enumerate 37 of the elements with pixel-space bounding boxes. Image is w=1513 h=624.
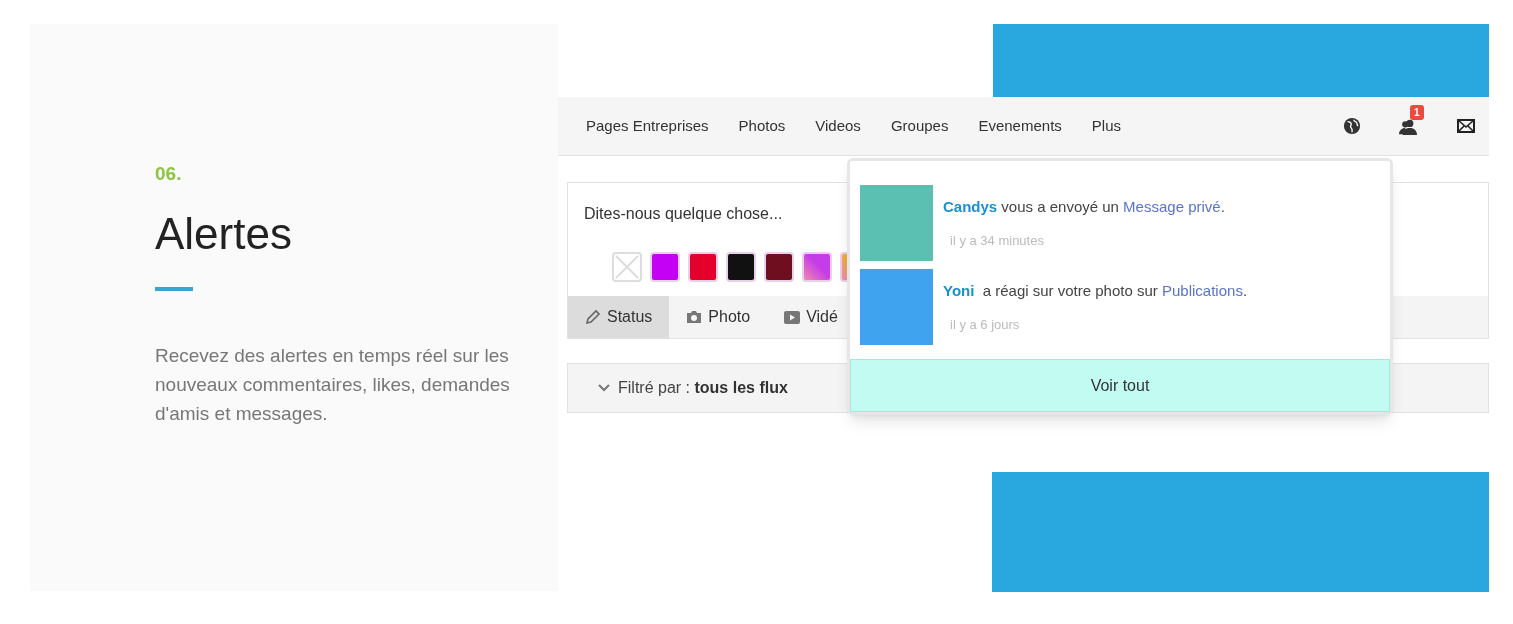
nav-link[interactable]: Pages Entreprises [586, 114, 709, 138]
color-swatch[interactable] [726, 252, 756, 282]
notification-message: Candys vous a envoyé un Message privé. [943, 197, 1225, 217]
post-type-tab[interactable]: Status [568, 296, 670, 338]
globe-icon[interactable] [1343, 117, 1361, 135]
gradient-swatch[interactable] [802, 252, 832, 282]
color-swatch[interactable] [650, 252, 680, 282]
nav-link[interactable]: Groupes [890, 114, 949, 138]
filter-label: Filtré par : tous les flux [618, 378, 788, 398]
notification-time: il y a 34 minutes [949, 231, 1045, 250]
pencil-icon [585, 309, 601, 325]
play-icon [784, 310, 801, 324]
user-link[interactable]: Candys [943, 198, 998, 215]
camera-icon [686, 310, 703, 324]
feature-number: 06. [155, 162, 182, 186]
notification-message: Yoni a réagi sur votre photo sur Publications. [943, 281, 1248, 301]
notification-badge: 1 [1410, 105, 1424, 120]
nav-link[interactable]: Plus [1091, 114, 1121, 138]
nav-link[interactable]: Photos [738, 114, 786, 138]
color-swatch[interactable] [764, 252, 794, 282]
notification-link[interactable]: Message privé [1123, 198, 1221, 215]
post-type-tab[interactable]: Vidé [767, 296, 855, 338]
mail-icon[interactable] [1457, 119, 1475, 133]
users-icon[interactable] [1399, 118, 1417, 136]
chevron-down-icon [598, 384, 610, 392]
title-underline [155, 286, 193, 291]
see-all-button[interactable]: Voir tout [850, 359, 1390, 412]
feature-title: Alertes [155, 207, 292, 260]
nav-link[interactable]: Evenements [978, 114, 1062, 138]
no-color-swatch[interactable] [612, 252, 642, 282]
notification-time: il y a 6 jours [949, 315, 1021, 334]
feature-description: Recevez des alertes en temps réel sur les nouveaux commentaires, likes, demandes d'amis et messages. [155, 343, 511, 426]
nav-link[interactable]: Videos [815, 114, 861, 138]
user-link[interactable]: Yoni [943, 282, 975, 299]
color-swatch[interactable] [688, 252, 718, 282]
post-type-tab[interactable]: Photo [669, 296, 768, 338]
notification-link[interactable]: Publications [1162, 282, 1243, 299]
